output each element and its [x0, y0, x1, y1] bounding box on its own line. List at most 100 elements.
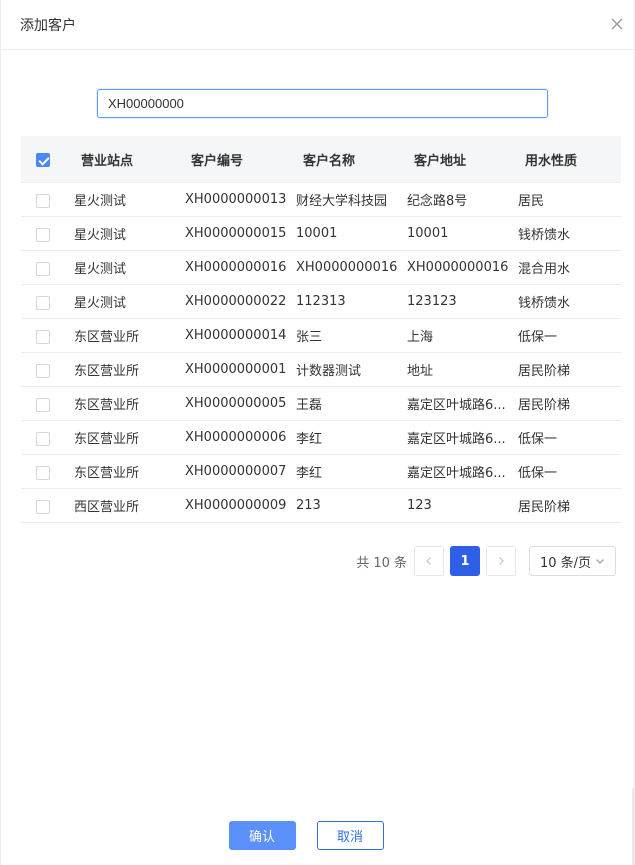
row-checkbox-cell — [21, 224, 65, 243]
table-row[interactable]: 星火测试 XH0000000016 XH0000000016 XH0000000016… — [21, 251, 621, 285]
row-checkbox[interactable] — [36, 261, 50, 276]
table-row[interactable]: 东区营业所 XH0000000007 李红 嘉定区叶城路6... 低保一 — [21, 455, 621, 489]
cell-station: 东区营业所 — [74, 364, 140, 379]
cell-customer-no: XH0000000013 — [185, 192, 287, 207]
cell-customer-address: 嘉定区叶城路6... — [407, 466, 506, 481]
row-checkbox-cell — [21, 428, 65, 447]
cell-customer-address: 纪念路8号 — [407, 194, 468, 209]
pagination: 共 10 条 1 10 条/页 — [356, 546, 616, 576]
chevron-left-icon — [426, 557, 431, 565]
cell-station: 东区营业所 — [74, 432, 140, 447]
cell-water-type: 居民阶梯 — [518, 500, 571, 515]
row-checkbox-cell — [21, 258, 65, 277]
cell-station: 东区营业所 — [74, 466, 140, 481]
table-row[interactable]: 西区营业所 XH0000000009 213 123 居民阶梯 — [21, 489, 621, 523]
header-customer-address[interactable]: 客户地址 — [407, 150, 518, 169]
cell-customer-no: XH0000000009 — [185, 498, 287, 513]
cell-station: 星火测试 — [74, 228, 127, 243]
row-checkbox[interactable] — [36, 295, 50, 310]
header-station[interactable]: 营业站点 — [65, 150, 185, 169]
scrollbar-edge — [632, 788, 634, 865]
chevron-right-icon — [499, 557, 504, 565]
close-icon[interactable] — [610, 17, 624, 31]
cell-water-type: 钱桥馈水 — [518, 296, 571, 311]
row-checkbox[interactable] — [36, 329, 50, 344]
table-row[interactable]: 东区营业所 XH0000000005 王磊 嘉定区叶城路6... 居民阶梯 — [21, 387, 621, 421]
header-customer-no[interactable]: 客户编号 — [185, 150, 296, 169]
cell-customer-address: 上海 — [407, 330, 434, 345]
dialog-header: 添加客户 — [1, 0, 634, 50]
cell-customer-address: 嘉定区叶城路6... — [407, 432, 506, 447]
total-count: 共 10 条 — [356, 555, 407, 571]
cell-customer-name: 李红 — [296, 466, 323, 481]
table-header: 营业站点 客户编号 客户名称 客户地址 用水性质 — [21, 136, 621, 183]
cell-customer-no: XH0000000007 — [185, 464, 287, 479]
cell-customer-address: XH0000000016 — [407, 260, 509, 275]
cell-customer-address: 123123 — [407, 294, 457, 309]
row-checkbox[interactable] — [36, 465, 50, 480]
customer-table: 营业站点 客户编号 客户名称 客户地址 用水性质 星火测试 XH000000001… — [21, 136, 621, 523]
dialog-footer: 确认 取消 — [1, 821, 634, 850]
select-all-checkbox[interactable] — [36, 153, 50, 167]
table-body: 星火测试 XH0000000013 财经大学科技园 纪念路8号 居民 星火测试 XH0000… — [21, 183, 621, 523]
select-all-cell — [21, 150, 65, 169]
cell-customer-no: XH0000000006 — [185, 430, 287, 445]
row-checkbox-cell — [21, 190, 65, 209]
cancel-button[interactable]: 取消 — [316, 821, 384, 850]
row-checkbox-cell — [21, 292, 65, 311]
cell-station: 东区营业所 — [74, 330, 140, 345]
cell-customer-name: 112313 — [296, 294, 346, 309]
cell-customer-no: XH0000000014 — [185, 328, 287, 343]
table-row[interactable]: 东区营业所 XH0000000014 张三 上海 低保一 — [21, 319, 621, 353]
header-customer-name[interactable]: 客户名称 — [296, 150, 407, 169]
cell-customer-address: 123 — [407, 498, 432, 513]
cell-water-type: 低保一 — [518, 466, 558, 481]
cell-water-type: 混合用水 — [518, 262, 571, 277]
add-customer-dialog: 添加客户 营业站点 客户编号 客户名称 客户地址 用水性质 星火测试 XH0000… — [0, 0, 635, 865]
table-row[interactable]: 星火测试 XH0000000015 10001 10001 钱桥馈水 — [21, 217, 621, 251]
next-page-button[interactable] — [486, 546, 516, 576]
dialog-title: 添加客户 — [20, 18, 76, 34]
cell-water-type: 低保一 — [518, 330, 558, 345]
cell-station: 东区营业所 — [74, 398, 140, 413]
row-checkbox-cell — [21, 462, 65, 481]
row-checkbox[interactable] — [36, 193, 50, 208]
cell-water-type: 居民阶梯 — [518, 364, 571, 379]
cell-customer-name: XH0000000016 — [296, 260, 398, 275]
cell-customer-name: 张三 — [296, 330, 323, 345]
page-size-select[interactable]: 10 条/页 — [529, 546, 616, 576]
cell-customer-no: XH0000000001 — [185, 362, 287, 377]
cell-station: 星火测试 — [74, 194, 127, 209]
page-size-value: 10 条/页 — [540, 555, 592, 571]
table-row[interactable]: 星火测试 XH0000000022 112313 123123 钱桥馈水 — [21, 285, 621, 319]
table-row[interactable]: 星火测试 XH0000000013 财经大学科技园 纪念路8号 居民 — [21, 183, 621, 217]
row-checkbox[interactable] — [36, 363, 50, 378]
row-checkbox-cell — [21, 394, 65, 413]
cell-customer-name: 计数器测试 — [296, 364, 362, 379]
row-checkbox[interactable] — [36, 227, 50, 242]
cell-water-type: 低保一 — [518, 432, 558, 447]
table-row[interactable]: 东区营业所 XH0000000006 李红 嘉定区叶城路6... 低保一 — [21, 421, 621, 455]
cell-customer-address: 嘉定区叶城路6... — [407, 398, 506, 413]
cell-customer-name: 李红 — [296, 432, 323, 447]
row-checkbox[interactable] — [36, 499, 50, 514]
row-checkbox-cell — [21, 326, 65, 345]
cell-water-type: 居民阶梯 — [518, 398, 571, 413]
row-checkbox-cell — [21, 496, 65, 515]
header-water-type[interactable]: 用水性质 — [518, 150, 621, 169]
cell-customer-no: XH0000000016 — [185, 260, 287, 275]
table-row[interactable]: 东区营业所 XH0000000001 计数器测试 地址 居民阶梯 — [21, 353, 621, 387]
cell-customer-no: XH0000000015 — [185, 226, 287, 241]
row-checkbox-cell — [21, 360, 65, 379]
customer-search-input[interactable] — [97, 89, 548, 118]
row-checkbox[interactable] — [36, 397, 50, 412]
prev-page-button[interactable] — [414, 546, 444, 576]
cell-station: 星火测试 — [74, 262, 127, 277]
page-1-button[interactable]: 1 — [450, 546, 480, 576]
confirm-button[interactable]: 确认 — [228, 821, 296, 850]
cell-station: 星火测试 — [74, 296, 127, 311]
cell-customer-no: XH0000000005 — [185, 396, 287, 411]
cell-water-type: 钱桥馈水 — [518, 228, 571, 243]
row-checkbox[interactable] — [36, 431, 50, 446]
cell-station: 西区营业所 — [74, 500, 140, 515]
